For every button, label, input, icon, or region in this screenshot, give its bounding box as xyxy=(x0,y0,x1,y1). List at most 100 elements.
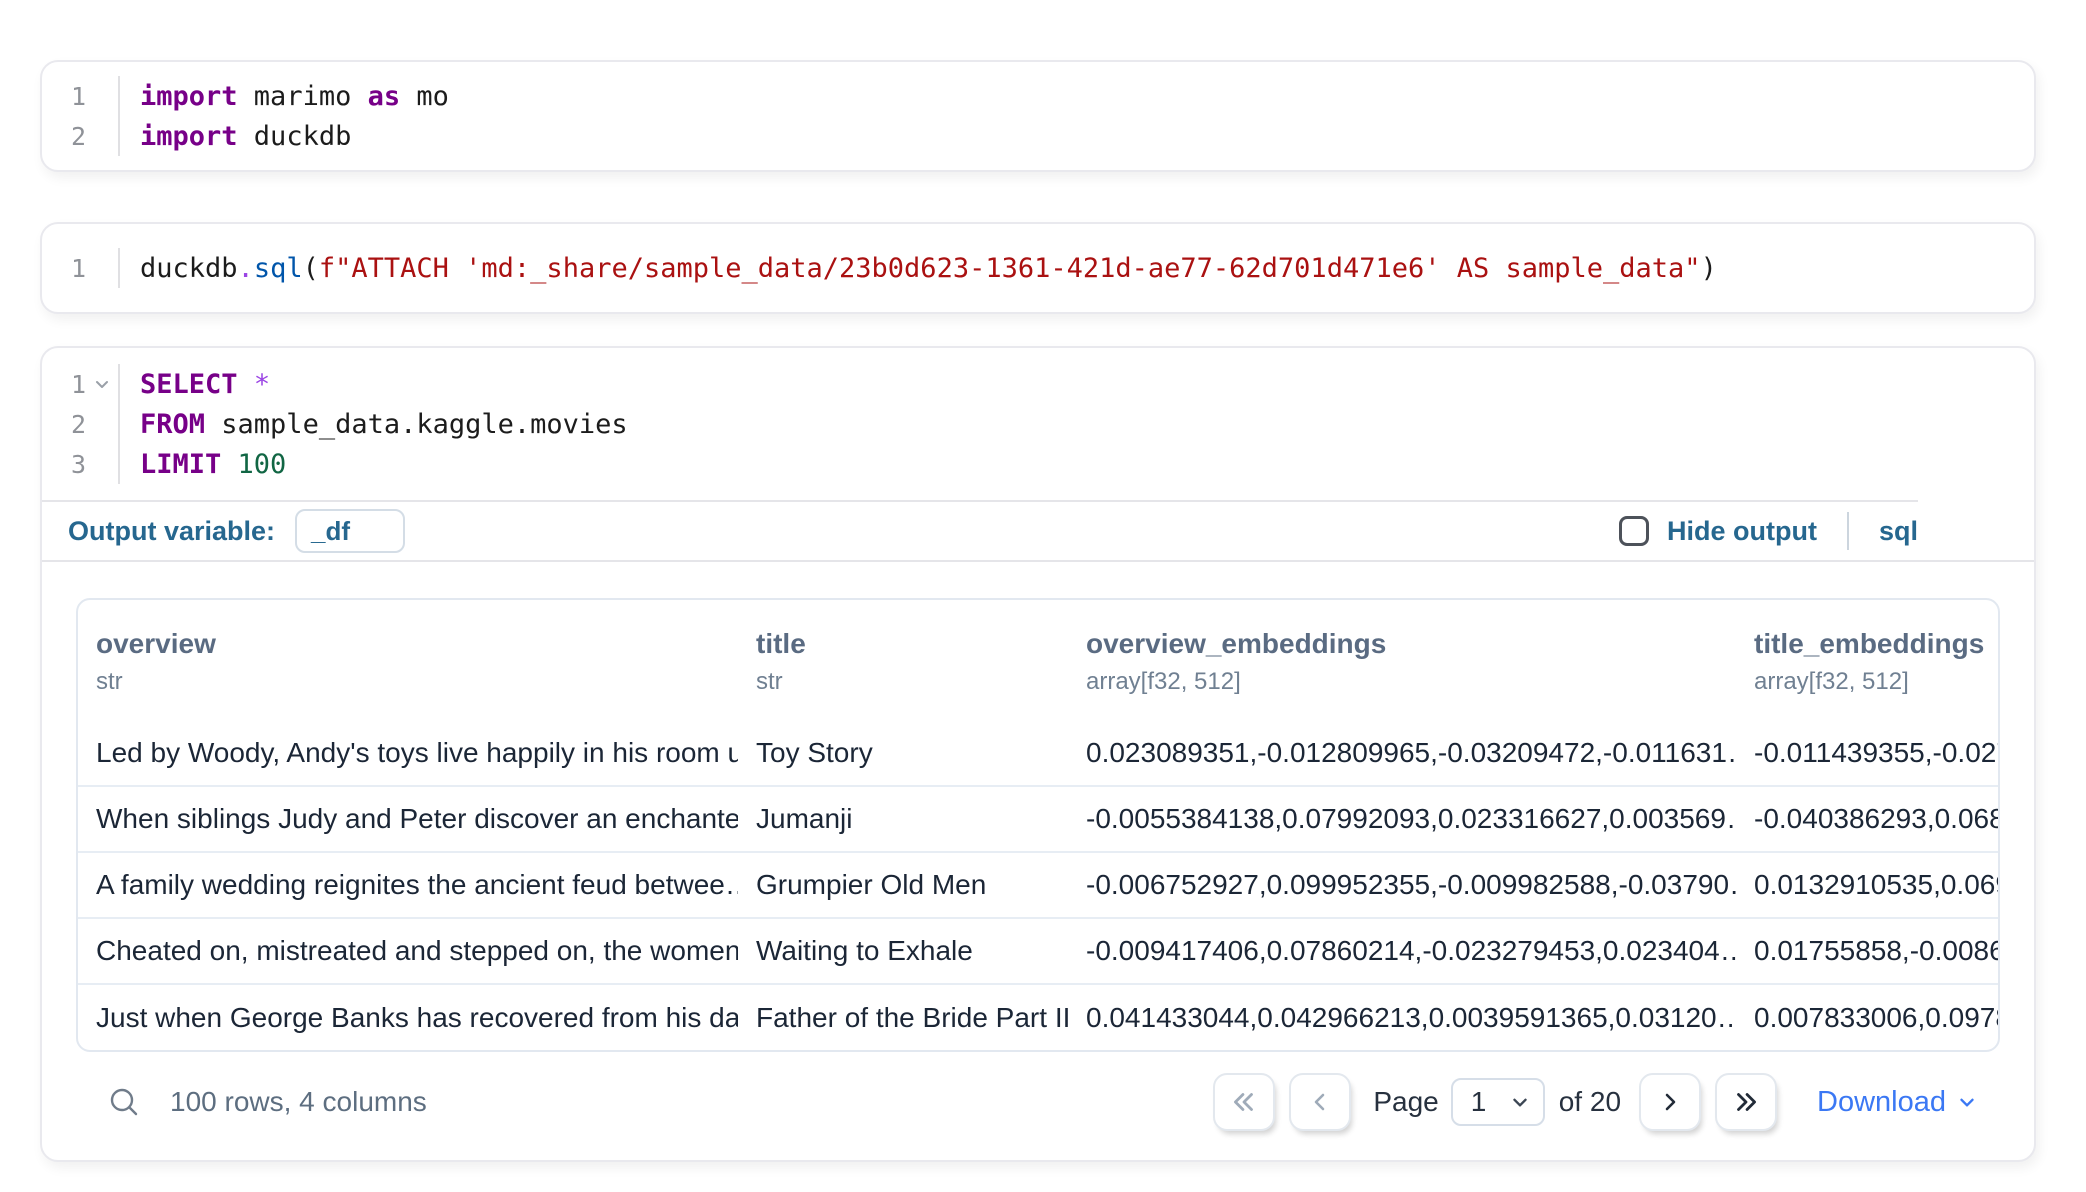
language-badge-sql[interactable]: sql xyxy=(1879,516,1918,547)
table-row[interactable]: Cheated on, mistreated and stepped on, t… xyxy=(78,918,1998,984)
hide-output-checkbox[interactable] xyxy=(1619,516,1649,546)
line-number: 3 xyxy=(42,450,86,479)
line-number: 1 xyxy=(42,254,86,283)
data-table: overview str titlestr overview_embeddings… xyxy=(78,600,1998,1050)
table-footer: 100 rows, 4 columns Page 1 of 20 Downloa… xyxy=(76,1052,2000,1152)
code-token: marimo xyxy=(238,81,368,112)
column-dtype: str xyxy=(96,668,738,696)
chevron-left-icon xyxy=(1316,1095,1323,1109)
hide-output-label: Hide output xyxy=(1667,516,1817,547)
table-cell: A family wedding reignites the ancient f… xyxy=(78,852,738,918)
double-chevron-right-icon xyxy=(1739,1095,1755,1110)
code-token: mo xyxy=(400,81,449,112)
download-label: Download xyxy=(1817,1086,1946,1119)
first-page-button[interactable] xyxy=(1213,1073,1275,1131)
code-token: SELECT xyxy=(140,369,238,400)
column-name: title_embeddings xyxy=(1754,628,1998,660)
code-cell-imports: 1 2 import marimo as mo import duckdb xyxy=(40,60,2036,172)
table-row[interactable]: Just when George Banks has recovered fro… xyxy=(78,984,1998,1050)
table-row[interactable]: Led by Woody, Andy's toys live happily i… xyxy=(78,720,1998,786)
table-cell: Grumpier Old Men xyxy=(738,852,1068,918)
page-select-value: 1 xyxy=(1471,1086,1487,1118)
line-number-gutter: 1 xyxy=(42,248,120,288)
code-token: as xyxy=(368,81,401,112)
code-editor[interactable]: 1 2 import marimo as mo import duckdb xyxy=(42,62,2034,170)
column-header-title-embeddings[interactable]: title_embeddings array[f32, 512] xyxy=(1736,600,1998,720)
code-token: sample_data.kaggle.movies xyxy=(205,409,628,440)
chevron-down-icon xyxy=(1514,1100,1525,1106)
code-token: ( xyxy=(303,253,319,284)
code-token: duckdb xyxy=(140,253,238,284)
table-cell: When siblings Judy and Peter discover an… xyxy=(78,786,738,852)
table-cell: -0.006752927,0.099952355,-0.009982588,-0… xyxy=(1068,852,1736,918)
column-dtype: str xyxy=(756,668,1068,696)
code-editor[interactable]: 1 2 3 SELECT * FROM sample_data.kaggle.m… xyxy=(42,348,1918,500)
table-row[interactable]: When siblings Judy and Peter discover an… xyxy=(78,786,1998,852)
page-label: Page xyxy=(1373,1086,1438,1118)
column-name: overview_embeddings xyxy=(1086,628,1736,660)
code-cell-attach: 1 duckdb.sql(f"ATTACH 'md:_share/sample_… xyxy=(40,222,2036,314)
code-line: LIMIT 100 xyxy=(120,444,628,484)
table-cell: -0.0055384138,0.07992093,0.023316627,0.0… xyxy=(1068,786,1736,852)
double-chevron-left-icon xyxy=(1236,1095,1252,1110)
download-button[interactable]: Download xyxy=(1817,1086,1978,1119)
line-number: 2 xyxy=(42,410,86,439)
code-token: import xyxy=(140,81,238,112)
column-header-overview[interactable]: overview str xyxy=(78,600,738,720)
column-name: overview xyxy=(96,628,738,660)
line-number: 1 xyxy=(42,82,86,111)
table-cell: Cheated on, mistreated and stepped on, t… xyxy=(78,918,738,984)
dataframe-table-card: overview str titlestr overview_embeddings… xyxy=(76,598,2000,1052)
chevron-down-icon xyxy=(97,382,107,387)
table-row[interactable]: A family wedding reignites the ancient f… xyxy=(78,852,1998,918)
previous-page-button[interactable] xyxy=(1289,1073,1351,1131)
code-editor[interactable]: 1 duckdb.sql(f"ATTACH 'md:_share/sample_… xyxy=(42,224,2034,312)
table-cell: -0.040386293,0.0684513 xyxy=(1736,786,1998,852)
chevron-right-icon xyxy=(1667,1095,1674,1109)
line-number-gutter: 1 2 3 xyxy=(42,364,120,484)
table-cell: Father of the Bride Part II xyxy=(738,984,1068,1050)
output-variable-label: Output variable: xyxy=(68,516,275,547)
sql-cell: 1 2 3 SELECT * FROM sample_data.kaggle.m… xyxy=(40,346,2036,1162)
code-token: duckdb xyxy=(238,121,352,152)
notebook: 1 2 import marimo as mo import duckdb 1 … xyxy=(0,0,2086,1162)
code-token: FROM xyxy=(140,409,205,440)
column-header-overview-embeddings[interactable]: overview_embeddingsarray[f32, 512] xyxy=(1068,600,1736,720)
cell-output: overview str titlestr overview_embeddings… xyxy=(42,562,2034,1160)
divider xyxy=(1847,512,1849,550)
code-line: import duckdb xyxy=(120,116,449,156)
output-variable-input[interactable]: _df xyxy=(295,509,405,553)
code-line: SELECT * xyxy=(120,364,628,404)
code-token: ) xyxy=(1701,253,1717,284)
pagination: Page 1 of 20 Download xyxy=(1213,1073,1978,1131)
search-button[interactable] xyxy=(106,1084,142,1120)
last-page-button[interactable] xyxy=(1715,1073,1777,1131)
table-cell: Just when George Banks has recovered fro… xyxy=(78,984,738,1050)
column-dtype: array[f32, 512] xyxy=(1754,668,1998,696)
table-cell: Toy Story xyxy=(738,720,1068,786)
code-token: . xyxy=(238,253,254,284)
code-token xyxy=(221,449,237,480)
table-cell: 0.01755858,-0.00862866 xyxy=(1736,918,1998,984)
table-cell: Jumanji xyxy=(738,786,1068,852)
next-page-button[interactable] xyxy=(1639,1073,1701,1131)
total-pages-label: of 20 xyxy=(1559,1086,1621,1118)
page-select[interactable]: 1 xyxy=(1451,1078,1545,1126)
code-token: sql xyxy=(254,253,303,284)
line-number: 2 xyxy=(42,122,86,151)
table-cell: 0.007833006,0.0978013 xyxy=(1736,984,1998,1050)
column-header-title[interactable]: titlestr xyxy=(738,600,1068,720)
chevron-down-icon xyxy=(1962,1100,1973,1106)
code-token xyxy=(238,369,254,400)
fold-toggle[interactable] xyxy=(86,374,118,394)
code-line: FROM sample_data.kaggle.movies xyxy=(120,404,628,444)
table-cell: 0.041433044,0.042966213,0.0039591365,0.0… xyxy=(1068,984,1736,1050)
table-cell: 0.023089351,-0.012809965,-0.03209472,-0.… xyxy=(1068,720,1736,786)
sql-cell-toolbar: Output variable: _df Hide output sql xyxy=(42,502,1918,560)
table-cell: -0.011439355,-0.0275255 xyxy=(1736,720,1998,786)
code-token: * xyxy=(254,369,270,400)
line-number: 1 xyxy=(42,370,86,399)
code-token: 100 xyxy=(238,449,287,480)
row-count-summary: 100 rows, 4 columns xyxy=(170,1086,427,1118)
table-cell: 0.0132910535,0.0695843 xyxy=(1736,852,1998,918)
